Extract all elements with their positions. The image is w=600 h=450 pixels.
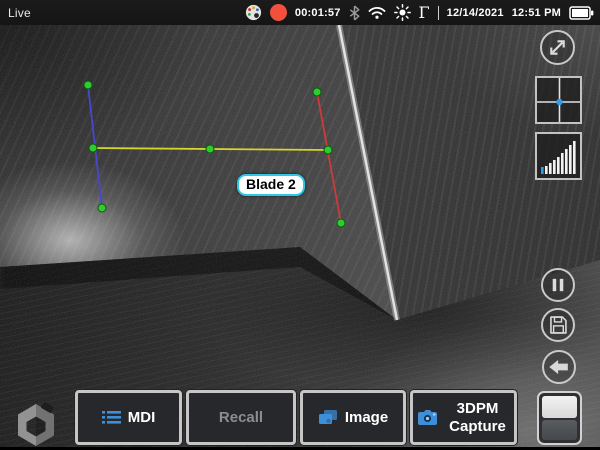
pause-icon bbox=[543, 270, 573, 300]
red-reference-line bbox=[317, 92, 341, 223]
mdi-button-label: MDI bbox=[128, 409, 156, 426]
3dpm-capture-button[interactable]: 3DPM Capture bbox=[410, 390, 517, 445]
waygate-logo bbox=[13, 402, 59, 447]
measurement-point[interactable] bbox=[89, 144, 97, 152]
wifi-icon bbox=[368, 6, 386, 19]
expand-arrows-icon bbox=[542, 32, 573, 63]
image-button-label: Image bbox=[345, 409, 388, 426]
measurement-point[interactable] bbox=[98, 204, 106, 212]
gamma-indicator: Γ bbox=[419, 5, 430, 21]
gain-levels-button[interactable] bbox=[535, 132, 582, 180]
measurement-point[interactable] bbox=[337, 219, 345, 227]
record-indicator bbox=[270, 4, 287, 21]
status-separator bbox=[438, 6, 439, 20]
crosshair-button[interactable] bbox=[535, 76, 582, 124]
live-status-label: Live bbox=[8, 6, 31, 20]
zoom-expand-button[interactable] bbox=[540, 30, 575, 65]
status-bar: Live 00:01:57 bbox=[0, 0, 600, 25]
camera-icon bbox=[417, 409, 438, 426]
brightness-icon bbox=[394, 4, 411, 21]
back-button[interactable] bbox=[542, 350, 576, 384]
mdi-button[interactable]: MDI bbox=[75, 390, 182, 445]
borescope-app: Live 00:01:57 bbox=[0, 0, 600, 450]
floppy-disk-icon bbox=[543, 310, 573, 340]
recall-button-label: Recall bbox=[219, 409, 263, 426]
back-arrow-icon bbox=[544, 352, 574, 382]
measurement-overlay bbox=[0, 25, 600, 447]
split-screen-icon bbox=[542, 396, 577, 418]
pause-button[interactable] bbox=[541, 268, 575, 302]
time-label: 12:51 PM bbox=[512, 7, 561, 19]
date-label: 12/14/2021 bbox=[447, 7, 504, 19]
save-button[interactable] bbox=[541, 308, 575, 342]
image-button[interactable]: Image bbox=[300, 390, 406, 445]
live-video-view[interactable]: Blade 2 bbox=[0, 25, 600, 447]
status-icons: 00:01:57 Γ 12/14/2021 12:5 bbox=[245, 4, 594, 21]
measurement-label[interactable]: Blade 2 bbox=[237, 174, 305, 196]
battery-icon bbox=[569, 6, 594, 20]
ascending-bars-icon bbox=[537, 134, 580, 178]
mdi-list-icon bbox=[102, 410, 121, 425]
3dpm-capture-button-label: 3DPM Capture bbox=[445, 400, 511, 435]
blade-edge-highlight bbox=[339, 25, 397, 320]
recall-button[interactable]: Recall bbox=[186, 390, 296, 445]
bluetooth-icon bbox=[349, 5, 360, 21]
bottom-toolbar: MDI Recall Image bbox=[75, 390, 517, 445]
crosshair-icon bbox=[537, 78, 580, 122]
measurement-point[interactable] bbox=[324, 146, 332, 154]
measurement-point[interactable] bbox=[206, 145, 214, 153]
record-timer: 00:01:57 bbox=[295, 7, 341, 19]
measurement-point[interactable] bbox=[313, 88, 321, 96]
palette-icon bbox=[245, 4, 262, 21]
image-layers-icon bbox=[318, 409, 338, 427]
measurement-point[interactable] bbox=[84, 81, 92, 89]
display-toggle-button[interactable] bbox=[537, 391, 582, 445]
